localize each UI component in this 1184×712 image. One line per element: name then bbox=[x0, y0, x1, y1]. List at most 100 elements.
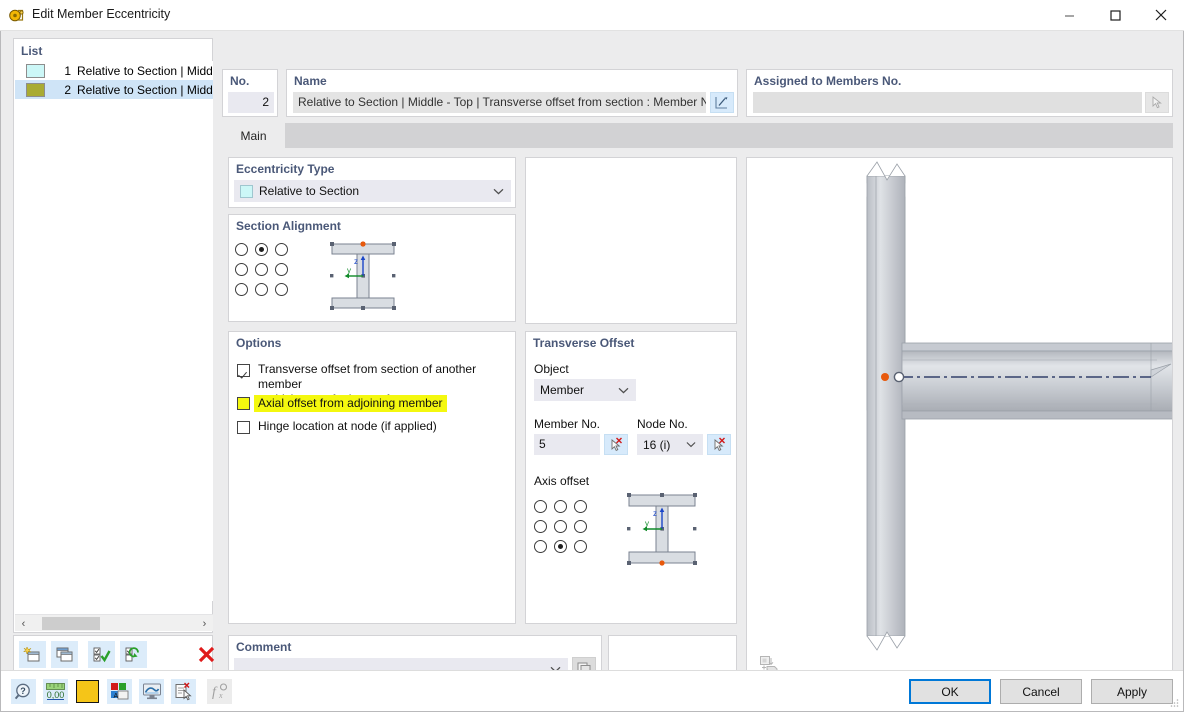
name-group: Name Relative to Section | Middle - Top … bbox=[286, 69, 738, 117]
align-radio-bottom-right[interactable] bbox=[275, 283, 288, 296]
align-radio-top-middle[interactable] bbox=[255, 243, 268, 256]
member-no-input[interactable]: 5 bbox=[534, 434, 600, 455]
svg-text:f: f bbox=[212, 685, 218, 700]
tab-main-label: Main bbox=[240, 128, 267, 143]
object-label: Object bbox=[534, 362, 569, 376]
resize-grip[interactable] bbox=[1169, 698, 1179, 708]
axis-radio-middle-center[interactable] bbox=[554, 520, 567, 533]
eccentricity-icon bbox=[8, 6, 27, 25]
help-button[interactable]: ? bbox=[11, 679, 36, 704]
chevron-down-icon[interactable] bbox=[618, 379, 629, 401]
invert-selection-button[interactable] bbox=[120, 641, 147, 668]
section-alignment-radio-grid[interactable] bbox=[235, 243, 291, 303]
list-item-color-swatch bbox=[26, 82, 45, 97]
yellow-color-swatch-icon bbox=[76, 680, 99, 703]
list-item-label: Relative to Section | Middle - To bbox=[77, 82, 213, 97]
member-no-pick-button[interactable] bbox=[604, 434, 628, 455]
node-no-combo[interactable]: 16 (i) bbox=[637, 434, 703, 455]
align-radio-top-right[interactable] bbox=[275, 243, 288, 256]
list-item-number: 2 bbox=[64, 82, 71, 97]
options-group: Options Transverse offset from section o… bbox=[228, 331, 516, 624]
assigned-members-group: Assigned to Members No. bbox=[746, 69, 1173, 117]
delete-eccentricity-button[interactable] bbox=[193, 641, 220, 668]
axis-radio-top-middle[interactable] bbox=[554, 500, 567, 513]
ok-button[interactable]: OK bbox=[909, 679, 991, 704]
number-group: No. 2 bbox=[222, 69, 278, 117]
axial-offset-label: Axial offset from adjoining member bbox=[254, 395, 447, 412]
name-input[interactable]: Relative to Section | Middle - Top | Tra… bbox=[293, 92, 706, 113]
align-radio-bottom-center[interactable] bbox=[255, 283, 268, 296]
scrollbar-thumb[interactable] bbox=[42, 617, 100, 630]
align-radio-top-left[interactable] bbox=[235, 243, 248, 256]
transverse-offset-checkbox[interactable] bbox=[237, 364, 250, 377]
apply-button[interactable]: Apply bbox=[1091, 679, 1173, 704]
section-alignment-header: Section Alignment bbox=[236, 219, 341, 233]
align-radio-bottom-left[interactable] bbox=[235, 283, 248, 296]
cancel-button[interactable]: Cancel bbox=[1000, 679, 1082, 704]
node-no-pick-button[interactable] bbox=[707, 434, 731, 455]
copy-eccentricity-button[interactable] bbox=[51, 641, 78, 668]
info-button[interactable] bbox=[171, 679, 196, 704]
axial-offset-checkbox[interactable] bbox=[237, 397, 250, 410]
new-eccentricity-button[interactable] bbox=[19, 641, 46, 668]
minimize-button[interactable] bbox=[1046, 0, 1092, 30]
axis-radio-bottom-center[interactable] bbox=[554, 540, 567, 553]
units-button[interactable]: 0,00 bbox=[43, 679, 68, 704]
y-axis-label: y bbox=[645, 519, 649, 528]
svg-text:?: ? bbox=[20, 686, 26, 696]
ok-button-label: OK bbox=[941, 684, 959, 699]
assigned-members-header: Assigned to Members No. bbox=[754, 74, 902, 88]
color-button[interactable] bbox=[75, 679, 100, 704]
align-radio-middle-right[interactable] bbox=[275, 263, 288, 276]
list-item-color-swatch bbox=[26, 63, 45, 78]
z-axis-label: z bbox=[354, 257, 358, 266]
list-item-number: 1 bbox=[64, 63, 71, 78]
axis-offset-label: Axis offset bbox=[534, 474, 590, 488]
list-horizontal-scrollbar[interactable]: ‹ › bbox=[15, 614, 213, 631]
maximize-button[interactable] bbox=[1092, 0, 1138, 30]
chevron-down-icon[interactable] bbox=[493, 180, 504, 202]
axis-radio-top-right[interactable] bbox=[574, 500, 587, 513]
hinge-location-label: Hinge location at node (if applied) bbox=[258, 419, 437, 433]
display-properties-button[interactable]: A bbox=[107, 679, 132, 704]
section-preview-placeholder bbox=[525, 157, 737, 324]
eccentricity-type-header: Eccentricity Type bbox=[236, 162, 335, 176]
axis-radio-middle-right[interactable] bbox=[574, 520, 587, 533]
scroll-right-icon[interactable]: › bbox=[196, 615, 213, 632]
eccentricity-type-combo[interactable]: Relative to Section bbox=[234, 180, 511, 202]
assigned-members-input[interactable] bbox=[753, 92, 1142, 113]
axis-radio-top-left[interactable] bbox=[534, 500, 547, 513]
list-item[interactable]: 1 Relative to Section | Middle - To bbox=[15, 61, 213, 80]
object-combo[interactable]: Member bbox=[534, 379, 636, 401]
transverse-offset-group: Transverse Offset Object Member Member N… bbox=[525, 331, 737, 624]
hinge-location-checkbox[interactable] bbox=[237, 421, 250, 434]
title-bar: Edit Member Eccentricity bbox=[0, 0, 1184, 31]
name-edit-button[interactable] bbox=[710, 92, 734, 113]
axis-radio-bottom-right[interactable] bbox=[574, 540, 587, 553]
section-alignment-group: Section Alignment z y bbox=[228, 214, 516, 322]
node-no-value: 16 (i) bbox=[643, 437, 671, 452]
align-radio-middle-left[interactable] bbox=[235, 263, 248, 276]
options-header: Options bbox=[236, 336, 282, 350]
list-item[interactable]: 2 Relative to Section | Middle - To bbox=[15, 80, 213, 99]
svg-text:x: x bbox=[218, 691, 223, 700]
close-button[interactable] bbox=[1138, 0, 1184, 30]
view-mode-button[interactable] bbox=[139, 679, 164, 704]
assigned-members-pick-button[interactable] bbox=[1145, 92, 1169, 113]
align-radio-middle-center[interactable] bbox=[255, 263, 268, 276]
member-eccentricity-3d-preview[interactable] bbox=[746, 157, 1173, 686]
axis-radio-bottom-left[interactable] bbox=[534, 540, 547, 553]
tab-strip: Main bbox=[222, 123, 1173, 148]
axis-offset-radio-grid[interactable] bbox=[534, 500, 590, 560]
list-rows[interactable]: 1 Relative to Section | Middle - To 2 Re… bbox=[15, 61, 213, 601]
select-all-button[interactable] bbox=[88, 641, 115, 668]
function-button[interactable]: f x bbox=[207, 679, 232, 704]
window-title: Edit Member Eccentricity bbox=[32, 7, 171, 21]
y-axis-label: y bbox=[347, 266, 351, 275]
node-no-label: Node No. bbox=[637, 417, 688, 431]
axis-radio-middle-left[interactable] bbox=[534, 520, 547, 533]
scroll-left-icon[interactable]: ‹ bbox=[15, 615, 32, 632]
tab-main[interactable]: Main bbox=[222, 123, 285, 148]
chevron-down-icon[interactable] bbox=[686, 434, 696, 455]
number-value: 2 bbox=[228, 92, 274, 113]
